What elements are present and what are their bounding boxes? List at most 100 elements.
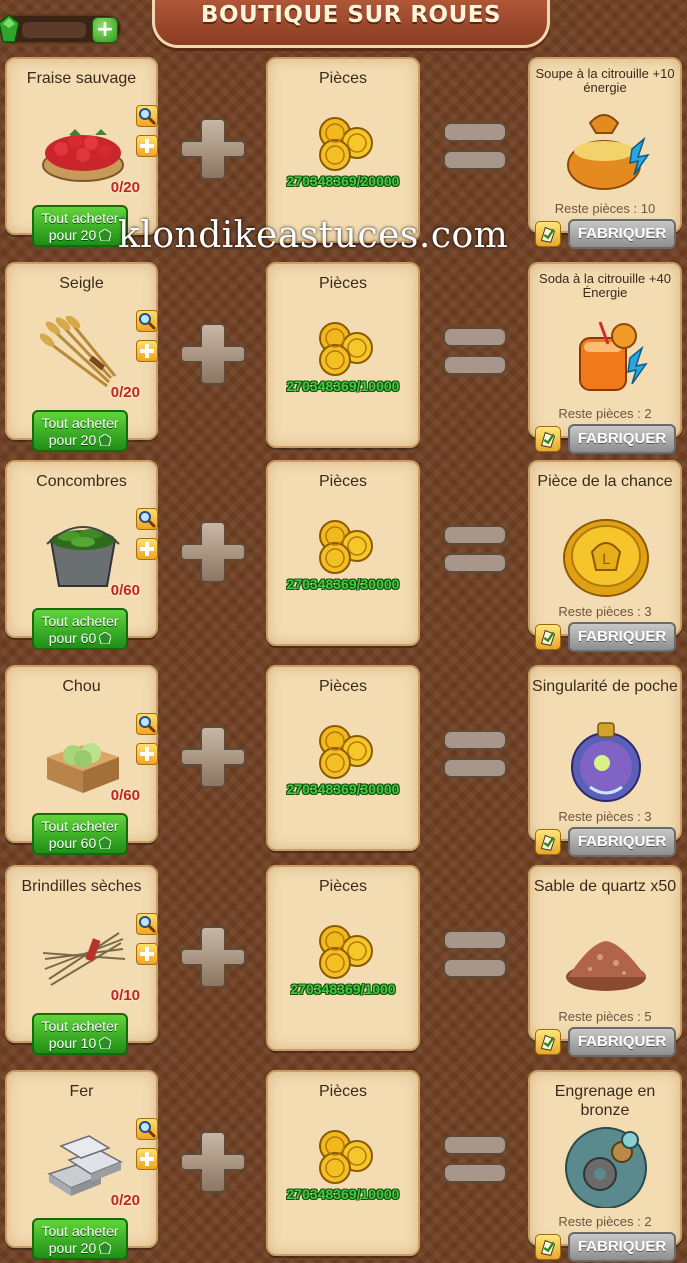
coins-label: Pièces <box>318 275 368 292</box>
ingredient-name: Fer <box>69 1083 94 1100</box>
fabricate-button[interactable]: FABRIQUER <box>568 1027 676 1057</box>
gem-icon <box>0 14 20 43</box>
plus-icon <box>181 726 245 788</box>
add-gems-button[interactable]: + <box>92 17 118 43</box>
gem-count <box>22 22 86 38</box>
equals-icon <box>443 122 507 170</box>
buy-all-label: Tout acheter <box>41 415 119 431</box>
buy-all-button[interactable]: Tout acheter pour 60 <box>32 813 128 855</box>
coins-icon <box>319 322 373 376</box>
coins-icon <box>319 520 373 574</box>
result-card[interactable]: Engrenage en bronze Reste pièces : 2 <box>528 1070 682 1246</box>
ingredient-name: Brindilles sèches <box>21 878 142 895</box>
plus-icon <box>181 1131 245 1193</box>
buy-all-button[interactable]: Tout acheter pour 60 <box>32 608 128 650</box>
result-card[interactable]: Pièce de la chance L Reste pièces : 3 <box>528 460 682 636</box>
buy-all-button[interactable]: Tout acheter pour 20 <box>32 1218 128 1260</box>
gem-icon <box>99 1242 112 1254</box>
search-icon[interactable] <box>136 508 158 530</box>
coins-icon <box>319 1130 373 1184</box>
equals-icon <box>443 525 507 573</box>
fabricate-button[interactable]: FABRIQUER <box>568 827 676 857</box>
result-card[interactable]: Singularité de poche Reste pièces : 3 <box>528 665 682 841</box>
recipe-book-icon[interactable] <box>535 426 561 452</box>
search-icon[interactable] <box>136 713 158 735</box>
fabricate-button[interactable]: FABRIQUER <box>568 1232 676 1262</box>
watermark: klondikeastuces.com <box>118 215 509 256</box>
coins-card: Pièces 270348369/1000 <box>266 865 420 1051</box>
pumpkin-soup-icon <box>560 109 654 195</box>
coins-card: Pièces 270348369/10000 <box>266 262 420 448</box>
result-name: Soupe à la citrouille +10 énergie <box>535 66 675 95</box>
recipe-row-5: Brindilles sèches 0/10 Tout acheter pour… <box>0 865 687 1057</box>
add-icon[interactable] <box>136 1148 158 1170</box>
fabricate-button[interactable]: FABRIQUER <box>568 424 676 454</box>
fabricate-button[interactable]: FABRIQUER <box>568 219 676 249</box>
recipe-row-2: Seigle 0/20 Tout acheter pour 20 Pièces <box>0 262 687 454</box>
add-icon[interactable] <box>136 538 158 560</box>
buy-all-price: pour 20 <box>48 1240 97 1256</box>
recipe-book-icon[interactable] <box>535 1029 561 1055</box>
gem-icon <box>99 1037 112 1049</box>
result-card[interactable]: Sable de quartz x50 Reste pièces : 5 <box>528 865 682 1041</box>
ingredient-count: 0/10 <box>110 987 140 1004</box>
buy-all-button[interactable]: Tout acheter pour 20 <box>32 410 128 452</box>
coins-label: Pièces <box>318 678 368 695</box>
result-card[interactable]: Soda à la citrouille +40 Énergie Reste p… <box>528 262 682 438</box>
ingredient-name: Fraise sauvage <box>26 70 137 87</box>
ingredient-name: Seigle <box>59 275 104 292</box>
search-icon[interactable] <box>136 1118 158 1140</box>
result-card[interactable]: Soupe à la citrouille +10 énergie Reste … <box>528 57 682 233</box>
remaining-text: Reste pièces : 2 <box>558 406 652 421</box>
plus-icon <box>181 926 245 988</box>
buy-all-label: Tout acheter <box>41 613 119 629</box>
search-icon[interactable] <box>136 105 158 127</box>
result-name: Engrenage en bronze <box>554 1083 656 1119</box>
coin-count: 270348369/20000 <box>286 173 400 189</box>
search-icon[interactable] <box>136 913 158 935</box>
remaining-text: Reste pièces : 10 <box>554 201 656 216</box>
coins-icon <box>319 117 373 171</box>
coins-label: Pièces <box>318 878 368 895</box>
buy-all-button[interactable]: Tout acheter pour 10 <box>32 1013 128 1055</box>
gem-icon <box>99 434 112 446</box>
coins-label: Pièces <box>318 70 368 87</box>
ingredient-count: 0/60 <box>110 582 140 599</box>
coins-icon <box>319 725 373 779</box>
top-bar: + BOUTIQUE SUR ROUES <box>0 0 687 56</box>
buy-all-price: pour 20 <box>48 227 97 243</box>
pumpkin-soda-icon <box>560 314 654 400</box>
fabricate-button[interactable]: FABRIQUER <box>568 622 676 652</box>
buy-all-price: pour 20 <box>48 432 97 448</box>
coin-count: 270348369/30000 <box>286 781 400 797</box>
ingredient-name: Concombres <box>36 473 127 490</box>
result-name: Soda à la citrouille +40 Énergie <box>539 271 671 300</box>
iron-ingots-icon <box>39 1124 127 1200</box>
gem-counter: + <box>0 14 122 44</box>
recipe-book-icon[interactable] <box>535 624 561 650</box>
add-icon[interactable] <box>136 943 158 965</box>
result-name: Sable de quartz x50 <box>533 878 677 895</box>
buy-all-button[interactable]: Tout acheter pour 20 <box>32 205 128 247</box>
buy-all-label: Tout acheter <box>41 210 119 226</box>
remaining-text: Reste pièces : 3 <box>558 604 652 619</box>
recipe-book-icon[interactable] <box>535 1234 561 1260</box>
plus-icon <box>181 521 245 583</box>
remaining-text: Reste pièces : 2 <box>558 1214 652 1229</box>
coin-count: 270348369/10000 <box>286 378 400 394</box>
buy-all-price: pour 60 <box>48 630 97 646</box>
remaining-text: Reste pièces : 5 <box>558 1009 652 1024</box>
ingredient-count: 0/20 <box>110 179 140 196</box>
add-icon[interactable] <box>136 340 158 362</box>
plus-icon <box>181 323 245 385</box>
gem-icon <box>99 837 112 849</box>
ingredient-name: Chou <box>62 678 101 695</box>
add-icon[interactable] <box>136 135 158 157</box>
coins-card: Pièces 270348369/30000 <box>266 665 420 851</box>
buy-all-label: Tout acheter <box>41 1018 119 1034</box>
search-icon[interactable] <box>136 310 158 332</box>
equals-icon <box>443 1135 507 1183</box>
dry-twigs-icon <box>39 919 127 995</box>
recipe-book-icon[interactable] <box>535 829 561 855</box>
add-icon[interactable] <box>136 743 158 765</box>
